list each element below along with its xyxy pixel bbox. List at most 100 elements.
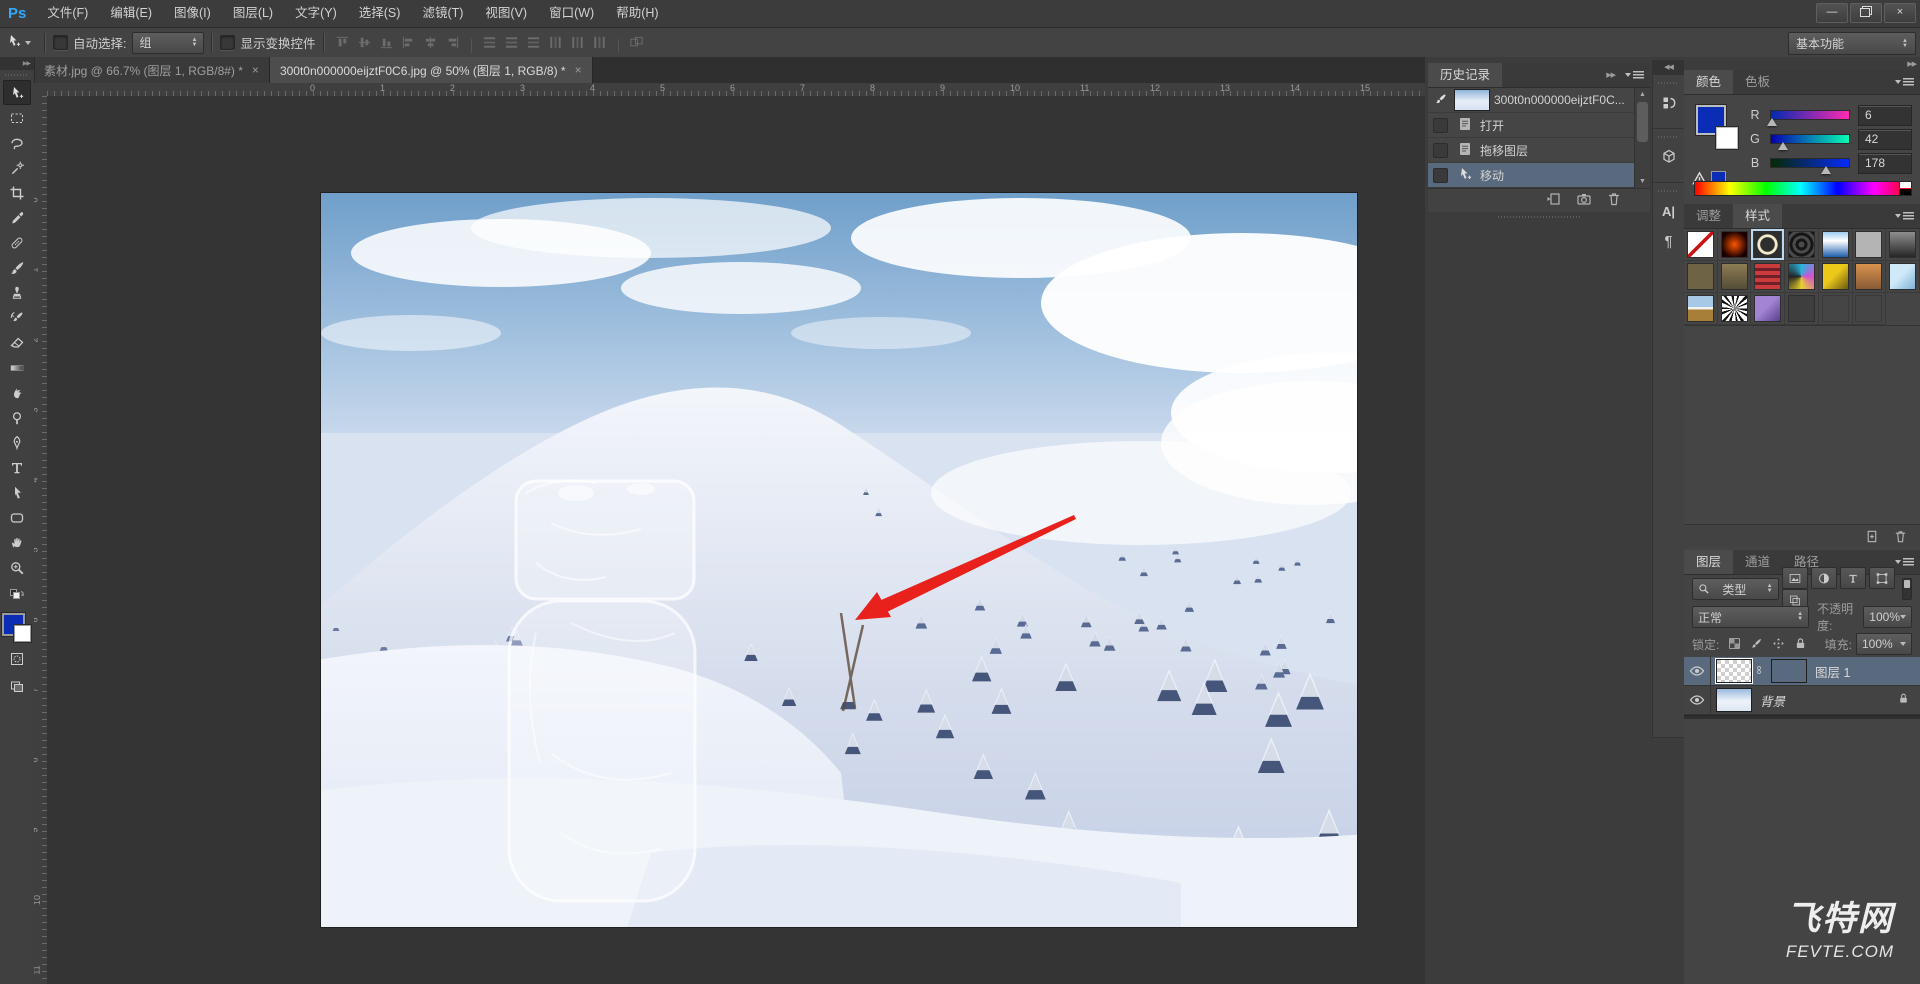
lock-pixels-icon[interactable] bbox=[1747, 635, 1765, 651]
panel-menu-icon[interactable] bbox=[1889, 204, 1920, 228]
path-selection-tool[interactable] bbox=[3, 480, 31, 505]
menu-item-E[interactable]: 编辑(E) bbox=[99, 6, 163, 20]
distribute-vcenter-button[interactable] bbox=[501, 32, 523, 52]
history-brush-source[interactable] bbox=[1430, 165, 1450, 185]
document-canvas[interactable] bbox=[321, 193, 1357, 927]
style-swatch-empty-pressed[interactable] bbox=[1785, 293, 1819, 325]
layer-row-背景[interactable]: 背景 bbox=[1684, 686, 1920, 715]
channel-slider[interactable] bbox=[1766, 110, 1850, 126]
tab-channels[interactable]: 通道 bbox=[1733, 550, 1782, 574]
expand-panels-icon[interactable]: ◀◀ bbox=[1653, 61, 1684, 75]
background-color-swatch[interactable] bbox=[13, 624, 32, 643]
workspace-switcher[interactable]: 基本功能 ▲ ▼ bbox=[1788, 32, 1916, 55]
align-right-button[interactable] bbox=[442, 32, 464, 52]
lock-all-icon[interactable] bbox=[1791, 635, 1809, 651]
scrollbar-thumb[interactable] bbox=[1637, 102, 1648, 142]
menu-item-W[interactable]: 窗口(W) bbox=[538, 6, 605, 20]
scroll-down-icon[interactable]: ▼ bbox=[1635, 175, 1650, 188]
clone-stamp-tool[interactable] bbox=[3, 280, 31, 305]
fill-field[interactable]: 100% bbox=[1856, 633, 1912, 655]
layer-thumbnail[interactable] bbox=[1715, 658, 1753, 684]
tab-color[interactable]: 颜色 bbox=[1684, 70, 1734, 94]
lock-position-icon[interactable] bbox=[1769, 635, 1787, 651]
slider-thumb[interactable] bbox=[1778, 142, 1789, 150]
collapse-panel-icon[interactable]: ▶▶ bbox=[1602, 71, 1619, 79]
adjustment-filter-icon[interactable] bbox=[1810, 567, 1837, 589]
style-swatch-yellow-gloss[interactable] bbox=[1818, 261, 1853, 293]
tab-adjustments[interactable]: 调整 bbox=[1684, 204, 1733, 228]
close-tab-icon[interactable]: × bbox=[252, 63, 259, 77]
layer-visibility-toggle[interactable] bbox=[1684, 657, 1711, 685]
restore-button[interactable] bbox=[1850, 3, 1882, 23]
panel-menu-icon[interactable] bbox=[1619, 63, 1650, 87]
layer-visibility-toggle[interactable] bbox=[1684, 686, 1711, 714]
style-swatch-dark-gradient[interactable] bbox=[1886, 229, 1920, 261]
layer-thumbnail[interactable] bbox=[1716, 688, 1752, 712]
hand-tool[interactable] bbox=[3, 530, 31, 555]
channel-value-R[interactable]: 6 bbox=[1858, 104, 1912, 126]
style-swatch-no-style[interactable] bbox=[1684, 229, 1718, 261]
menu-item-I[interactable]: 图像(I) bbox=[163, 6, 222, 20]
character-panel-icon[interactable]: A| bbox=[1656, 198, 1682, 224]
distribute-right-button[interactable] bbox=[589, 32, 611, 52]
pen-tool[interactable] bbox=[3, 430, 31, 455]
collapse-tools-icon[interactable]: ▶▶ bbox=[0, 57, 34, 70]
style-swatch-red-glow[interactable] bbox=[1717, 229, 1752, 261]
screen-mode-button[interactable] bbox=[6, 678, 28, 697]
history-brush-tool[interactable] bbox=[3, 305, 31, 330]
3d-panel-icon[interactable] bbox=[1656, 144, 1682, 170]
panel-menu-icon[interactable] bbox=[1889, 70, 1920, 94]
eyedropper-tool[interactable] bbox=[3, 205, 31, 230]
shape-filter-icon[interactable] bbox=[1868, 567, 1895, 589]
history-checkbox[interactable] bbox=[1432, 117, 1448, 133]
tool-preset-picker[interactable] bbox=[0, 33, 37, 52]
history-checkbox[interactable] bbox=[1432, 167, 1448, 183]
menu-item-V[interactable]: 视图(V) bbox=[474, 6, 538, 20]
tab-layers[interactable]: 图层 bbox=[1684, 550, 1734, 574]
white-swatch[interactable] bbox=[1899, 182, 1911, 188]
style-swatch-dark-rings[interactable] bbox=[1785, 229, 1819, 261]
new-document-from-state-icon[interactable] bbox=[1546, 191, 1562, 210]
scroll-up-icon[interactable]: ▲ bbox=[1635, 88, 1650, 101]
magic-wand-tool[interactable] bbox=[3, 155, 31, 180]
channel-value-G[interactable]: 42 bbox=[1858, 128, 1912, 150]
history-entry[interactable]: 拖移图层 bbox=[1428, 138, 1635, 163]
style-swatch-noise[interactable] bbox=[1717, 293, 1752, 325]
style-swatch-blue-water[interactable] bbox=[1818, 229, 1853, 261]
eraser-tool[interactable] bbox=[3, 330, 31, 355]
opacity-field[interactable]: 100% bbox=[1863, 606, 1912, 628]
default-swap-colors-icon[interactable] bbox=[6, 588, 28, 607]
dodge-tool[interactable] bbox=[3, 405, 31, 430]
history-entry[interactable]: 打开 bbox=[1428, 113, 1635, 138]
auto-select-dropdown[interactable]: 组 ▲ ▼ bbox=[132, 31, 205, 54]
channel-value-B[interactable]: 178 bbox=[1858, 152, 1912, 174]
history-checkbox[interactable] bbox=[1432, 142, 1448, 158]
layer-mask-link-icon[interactable] bbox=[1754, 663, 1764, 680]
tab-styles[interactable]: 样式 bbox=[1733, 204, 1783, 228]
move-tool[interactable] bbox=[3, 80, 31, 105]
background-color-swatch[interactable] bbox=[1715, 126, 1739, 150]
rectangular-marquee-tool[interactable] bbox=[3, 105, 31, 130]
menu-item-S[interactable]: 选择(S) bbox=[348, 6, 412, 20]
type-tool[interactable] bbox=[3, 455, 31, 480]
shape-tool[interactable] bbox=[3, 505, 31, 530]
style-swatch-empty-slot[interactable] bbox=[1818, 293, 1853, 325]
blend-mode-dropdown[interactable]: 正常 ▲ ▼ bbox=[1692, 606, 1810, 628]
menu-item-T[interactable]: 滤镜(T) bbox=[411, 6, 474, 20]
channel-slider[interactable] bbox=[1770, 134, 1850, 150]
distribute-left-button[interactable] bbox=[545, 32, 567, 52]
pixel-filter-icon[interactable] bbox=[1781, 567, 1808, 589]
layer-filter-dropdown[interactable]: 类型 ▲ ▼ bbox=[1692, 578, 1779, 600]
smudge-tool[interactable] bbox=[3, 380, 31, 405]
style-swatch-empty-slot[interactable] bbox=[1852, 293, 1887, 325]
slider-track[interactable] bbox=[1770, 110, 1850, 120]
style-swatch-flat-gray[interactable] bbox=[1852, 229, 1887, 261]
new-style-icon[interactable] bbox=[1864, 529, 1879, 544]
spot-healing-brush-tool[interactable] bbox=[3, 230, 31, 255]
style-swatch-white-outline[interactable] bbox=[1751, 229, 1786, 261]
black-swatch[interactable] bbox=[1899, 189, 1911, 195]
collapse-dock-icon[interactable]: ▶▶ bbox=[1903, 60, 1920, 68]
collapsed-panel-3d[interactable] bbox=[1653, 129, 1684, 183]
menu-item-Y[interactable]: 文字(Y) bbox=[284, 6, 348, 20]
filter-toggle[interactable] bbox=[1901, 578, 1912, 600]
